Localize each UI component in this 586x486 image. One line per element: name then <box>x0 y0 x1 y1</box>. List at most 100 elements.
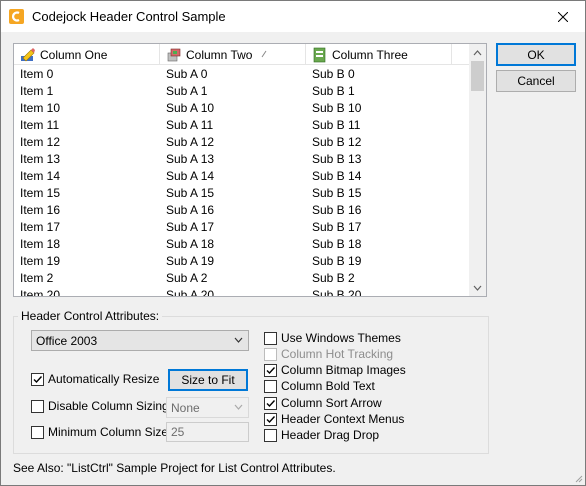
column-bold-text-checkbox[interactable]: Column Bold Text <box>264 379 375 393</box>
list-cell: Item 20 <box>20 288 61 297</box>
list-cell: Sub B 16 <box>312 203 362 217</box>
list-cell: Item 19 <box>20 254 61 268</box>
column-bold-text-label: Column Bold Text <box>281 379 375 393</box>
checkmark-icon <box>266 399 276 407</box>
column-sort-arrow-checkbox[interactable]: Column Sort Arrow <box>264 396 382 410</box>
list-item[interactable]: Item 2 Sub A 2 Sub B 2 <box>14 270 470 287</box>
size-to-fit-button[interactable]: Size to Fit <box>168 369 248 391</box>
column-bitmap-images-checkbox[interactable]: Column Bitmap Images <box>264 363 406 377</box>
checkbox-box <box>264 412 277 426</box>
list-cell: Item 16 <box>20 203 61 217</box>
list-cell: Item 12 <box>20 135 61 149</box>
list-item[interactable]: Item 18 Sub A 18 Sub B 18 <box>14 236 470 253</box>
list-cell: Sub B 1 <box>312 84 355 98</box>
list-item[interactable]: Item 17 Sub A 17 Sub B 17 <box>14 219 470 236</box>
column-header-label: Column One <box>40 47 108 62</box>
checkbox-box <box>264 347 277 361</box>
list-cell: Sub A 15 <box>166 186 215 200</box>
checkbox-box <box>264 363 277 377</box>
theme-select[interactable]: Office 2003 <box>31 330 249 351</box>
vertical-scrollbar[interactable] <box>469 44 486 296</box>
list-cell: Sub A 13 <box>166 152 215 166</box>
disable-sizing-label: Disable Column Sizing: <box>48 399 173 413</box>
column-hot-tracking-checkbox: Column Hot Tracking <box>264 347 393 361</box>
list-cell: Sub B 12 <box>312 135 362 149</box>
column-header-two[interactable]: Column Two <box>160 44 306 65</box>
list-rows: Item 0 Sub A 0 Sub B 0 Item 1 Sub A 1 Sub B 1… <box>14 66 470 297</box>
use-windows-themes-checkbox[interactable]: Use Windows Themes <box>264 331 401 345</box>
list-cell: Sub B 13 <box>312 152 362 166</box>
min-size-checkbox[interactable]: Minimum Column Size: <box>31 425 171 439</box>
dialog-window: Codejock Header Control Sample Column On… <box>0 0 586 486</box>
column-header-label: Column Two <box>186 47 253 62</box>
list-cell: Item 15 <box>20 186 61 200</box>
chevron-up-icon <box>473 49 482 55</box>
list-cell: Sub A 14 <box>166 169 215 183</box>
theme-select-value: Office 2003 <box>36 333 98 348</box>
list-cell: Sub A 1 <box>166 84 208 98</box>
list-cell: Sub B 0 <box>312 67 355 81</box>
checkmark-icon <box>266 366 276 374</box>
ok-button[interactable]: OK <box>496 43 576 66</box>
checkbox-box <box>31 372 44 386</box>
header-drag-drop-checkbox[interactable]: Header Drag Drop <box>264 428 379 442</box>
list-item[interactable]: Item 15 Sub A 15 Sub B 15 <box>14 185 470 202</box>
checkmark-icon <box>266 415 276 423</box>
list-item[interactable]: Item 1 Sub A 1 Sub B 1 <box>14 83 470 100</box>
list-item[interactable]: Item 14 Sub A 14 Sub B 14 <box>14 168 470 185</box>
header-drag-drop-label: Header Drag Drop <box>281 428 380 442</box>
scroll-down-arrow[interactable] <box>469 279 486 296</box>
list-cell: Sub A 18 <box>166 237 215 251</box>
checkbox-box <box>264 379 277 393</box>
checkbox-box <box>31 425 44 439</box>
chevron-down-icon <box>234 337 243 343</box>
list-item[interactable]: Item 13 Sub A 13 Sub B 13 <box>14 151 470 168</box>
cube-icon <box>167 48 181 61</box>
list-cell: Item 11 <box>20 118 60 132</box>
min-size-label: Minimum Column Size: <box>48 425 172 439</box>
list-cell: Sub A 10 <box>166 101 215 115</box>
checkbox-box <box>264 428 277 442</box>
column-header-one[interactable]: Column One <box>14 44 160 65</box>
list-item[interactable]: Item 20 Sub A 20 Sub B 20 <box>14 287 470 297</box>
document-icon <box>313 47 326 62</box>
list-header: Column One Column Two Column Three <box>14 44 470 65</box>
scroll-thumb[interactable] <box>471 61 484 91</box>
list-item[interactable]: Item 12 Sub A 12 Sub B 12 <box>14 134 470 151</box>
list-cell: Sub A 2 <box>166 271 208 285</box>
column-sizing-select[interactable]: None <box>166 397 249 418</box>
list-cell: Sub B 17 <box>312 220 362 234</box>
list-cell: Sub A 16 <box>166 203 215 217</box>
header-context-menus-checkbox[interactable]: Header Context Menus <box>264 412 404 426</box>
list-item[interactable]: Item 16 Sub A 16 Sub B 16 <box>14 202 470 219</box>
close-button[interactable] <box>540 1 585 32</box>
column-header-three[interactable]: Column Three <box>306 44 452 65</box>
list-cell: Item 1 <box>20 84 54 98</box>
cancel-button[interactable]: Cancel <box>496 70 576 92</box>
column-hot-tracking-label: Column Hot Tracking <box>281 347 394 361</box>
list-cell: Sub A 12 <box>166 135 215 149</box>
column-bitmap-images-label: Column Bitmap Images <box>281 363 406 377</box>
header-context-menus-label: Header Context Menus <box>281 412 405 426</box>
sort-arrow-icon <box>261 50 267 58</box>
title-bar[interactable]: Codejock Header Control Sample <box>1 1 585 32</box>
list-item[interactable]: Item 0 Sub A 0 Sub B 0 <box>14 66 470 83</box>
chevron-down-icon <box>234 404 243 410</box>
list-view[interactable]: Column One Column Two Column Three Item … <box>13 43 487 297</box>
list-cell: Sub A 11 <box>166 118 214 132</box>
min-size-input[interactable]: 25 <box>166 422 249 442</box>
checkbox-box <box>264 331 277 345</box>
list-cell: Sub B 20 <box>312 288 362 297</box>
list-cell: Sub B 10 <box>312 101 362 115</box>
list-item[interactable]: Item 11 Sub A 11 Sub B 11 <box>14 117 470 134</box>
close-icon <box>557 11 568 22</box>
see-also-text: See Also: "ListCtrl" Sample Project for … <box>13 461 336 475</box>
list-item[interactable]: Item 19 Sub A 19 Sub B 19 <box>14 253 470 270</box>
disable-sizing-checkbox[interactable]: Disable Column Sizing: <box>31 399 172 413</box>
scroll-up-arrow[interactable] <box>469 44 486 61</box>
pencil-icon <box>21 47 35 61</box>
list-item[interactable]: Item 10 Sub A 10 Sub B 10 <box>14 100 470 117</box>
resize-grip-icon[interactable] <box>573 473 583 483</box>
list-cell: Item 18 <box>20 237 61 251</box>
auto-resize-checkbox[interactable]: Automatically Resize <box>31 372 159 386</box>
